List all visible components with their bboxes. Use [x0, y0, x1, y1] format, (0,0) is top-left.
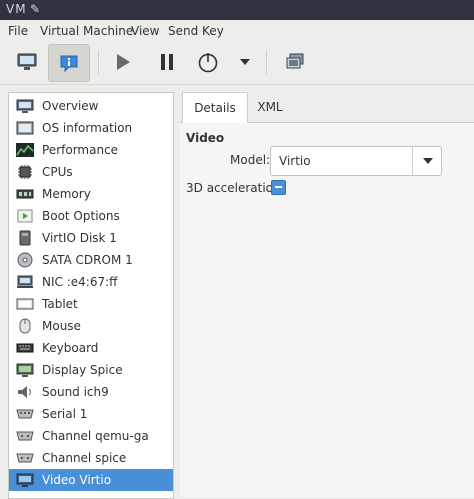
- network-icon: [15, 274, 35, 290]
- speaker-icon: [15, 384, 35, 400]
- pause-icon: [161, 54, 173, 70]
- sidebar-item-mouse[interactable]: Mouse: [9, 315, 173, 337]
- sidebar-item-performance[interactable]: Performance: [9, 139, 173, 161]
- tab-xml-label: XML: [257, 100, 283, 114]
- sidebar-item-label: CPUs: [42, 165, 73, 179]
- tablet-icon: [15, 296, 35, 312]
- snapshots-button[interactable]: [280, 44, 310, 80]
- sidebar-item-label: Boot Options: [42, 209, 120, 223]
- dropdown-arrow-icon: [240, 59, 250, 65]
- sidebar-item-virtio-disk[interactable]: VirtIO Disk 1: [9, 227, 173, 249]
- monitor-icon: [17, 53, 37, 70]
- display-icon: [15, 362, 35, 378]
- accel-checkbox[interactable]: [271, 180, 286, 195]
- sidebar-item-channel-spice[interactable]: Channel spice: [9, 447, 173, 469]
- sidebar-item-label: Performance: [42, 143, 119, 157]
- pin-icon[interactable]: ✎: [30, 2, 40, 16]
- channel-icon: [15, 450, 35, 466]
- sidebar-item-cpus[interactable]: CPUs: [9, 161, 173, 183]
- sidebar-item-label: OS information: [42, 121, 133, 135]
- accel-label: 3D acceleration:: [186, 181, 285, 195]
- section-title: Video: [186, 131, 225, 145]
- os-icon: [15, 120, 35, 136]
- serial-port-icon: [15, 406, 35, 422]
- sidebar-item-label: Overview: [42, 99, 99, 113]
- sidebar-item-label: Tablet: [42, 297, 78, 311]
- pause-button[interactable]: [152, 44, 182, 80]
- menu-bar: File Virtual Machine View Send Key: [0, 20, 474, 42]
- sidebar-item-label: SATA CDROM 1: [42, 253, 133, 267]
- sidebar-item-overview[interactable]: Overview: [9, 95, 173, 117]
- sidebar-item-label: Mouse: [42, 319, 81, 333]
- power-icon: [198, 53, 218, 73]
- sidebar-item-channel-qemu-ga[interactable]: Channel qemu-ga: [9, 425, 173, 447]
- tab-details-label: Details: [194, 101, 236, 115]
- mouse-icon: [15, 318, 35, 334]
- sidebar-item-boot-options[interactable]: Boot Options: [9, 205, 173, 227]
- sidebar-item-label: NIC :e4:67:ff: [42, 275, 118, 289]
- menu-view[interactable]: View: [131, 24, 159, 38]
- sidebar-item-label: Sound ich9: [42, 385, 109, 399]
- combo-divider: [412, 147, 413, 175]
- window-titlebar: VM ✎: [0, 0, 474, 20]
- info-icon: [60, 55, 78, 73]
- performance-graph-icon: [15, 142, 35, 158]
- indeterminate-mark-icon: [275, 186, 282, 188]
- sidebar-item-label: Channel spice: [42, 451, 127, 465]
- toolbar: [0, 42, 474, 85]
- menu-virtual-machine[interactable]: Virtual Machine: [40, 24, 133, 38]
- cpu-icon: [15, 164, 35, 180]
- cdrom-icon: [15, 252, 35, 268]
- chevron-down-icon: [423, 158, 433, 164]
- sidebar-item-label: Video Virtio: [42, 473, 112, 487]
- play-icon: [117, 54, 130, 70]
- details-panel: Details XML Video Model: Virtio 3D accel…: [180, 92, 474, 497]
- sidebar-item-label: Serial 1: [42, 407, 88, 421]
- tab-details[interactable]: Details: [182, 92, 248, 123]
- model-select[interactable]: Virtio: [270, 146, 442, 176]
- video-settings: Video Model: Virtio 3D acceleration:: [180, 123, 474, 497]
- shutdown-menu-button[interactable]: [236, 44, 254, 80]
- sidebar-item-label: Memory: [42, 187, 91, 201]
- sidebar-item-sata-cdrom[interactable]: SATA CDROM 1: [9, 249, 173, 271]
- video-card-icon: [15, 472, 35, 488]
- model-value: Virtio: [279, 154, 311, 168]
- sidebar-item-label: Keyboard: [42, 341, 99, 355]
- monitor-icon: [15, 98, 35, 114]
- tab-xml[interactable]: XML: [250, 92, 290, 122]
- sidebar-item-memory[interactable]: Memory: [9, 183, 173, 205]
- menu-file[interactable]: File: [8, 24, 28, 38]
- shutdown-button[interactable]: [193, 44, 223, 80]
- details-button[interactable]: [48, 44, 90, 82]
- hardware-list: Overview OS information Performance CPUs…: [8, 92, 174, 499]
- sidebar-item-serial[interactable]: Serial 1: [9, 403, 173, 425]
- toolbar-separator: [266, 50, 267, 74]
- window-title: VM: [6, 2, 27, 16]
- sidebar-item-keyboard[interactable]: Keyboard: [9, 337, 173, 359]
- sidebar-item-label: VirtIO Disk 1: [42, 231, 117, 245]
- sidebar-item-video-virtio[interactable]: Video Virtio: [9, 469, 173, 491]
- sidebar-item-nic[interactable]: NIC :e4:67:ff: [9, 271, 173, 293]
- menu-send-key[interactable]: Send Key: [168, 24, 224, 38]
- sidebar-item-os-information[interactable]: OS information: [9, 117, 173, 139]
- console-button[interactable]: [10, 44, 44, 80]
- sidebar-item-tablet[interactable]: Tablet: [9, 293, 173, 315]
- channel-icon: [15, 428, 35, 444]
- sidebar-item-sound[interactable]: Sound ich9: [9, 381, 173, 403]
- sidebar-item-label: Display Spice: [42, 363, 123, 377]
- boot-icon: [15, 208, 35, 224]
- run-button[interactable]: [108, 44, 138, 80]
- snapshot-icon: [286, 53, 304, 69]
- memory-icon: [15, 186, 35, 202]
- sidebar-item-display-spice[interactable]: Display Spice: [9, 359, 173, 381]
- sidebar-item-label: Channel qemu-ga: [42, 429, 149, 443]
- tab-bar: Details XML: [180, 92, 474, 123]
- keyboard-icon: [15, 340, 35, 356]
- disk-icon: [15, 230, 35, 246]
- toolbar-separator: [98, 50, 99, 74]
- model-label: Model:: [230, 153, 271, 167]
